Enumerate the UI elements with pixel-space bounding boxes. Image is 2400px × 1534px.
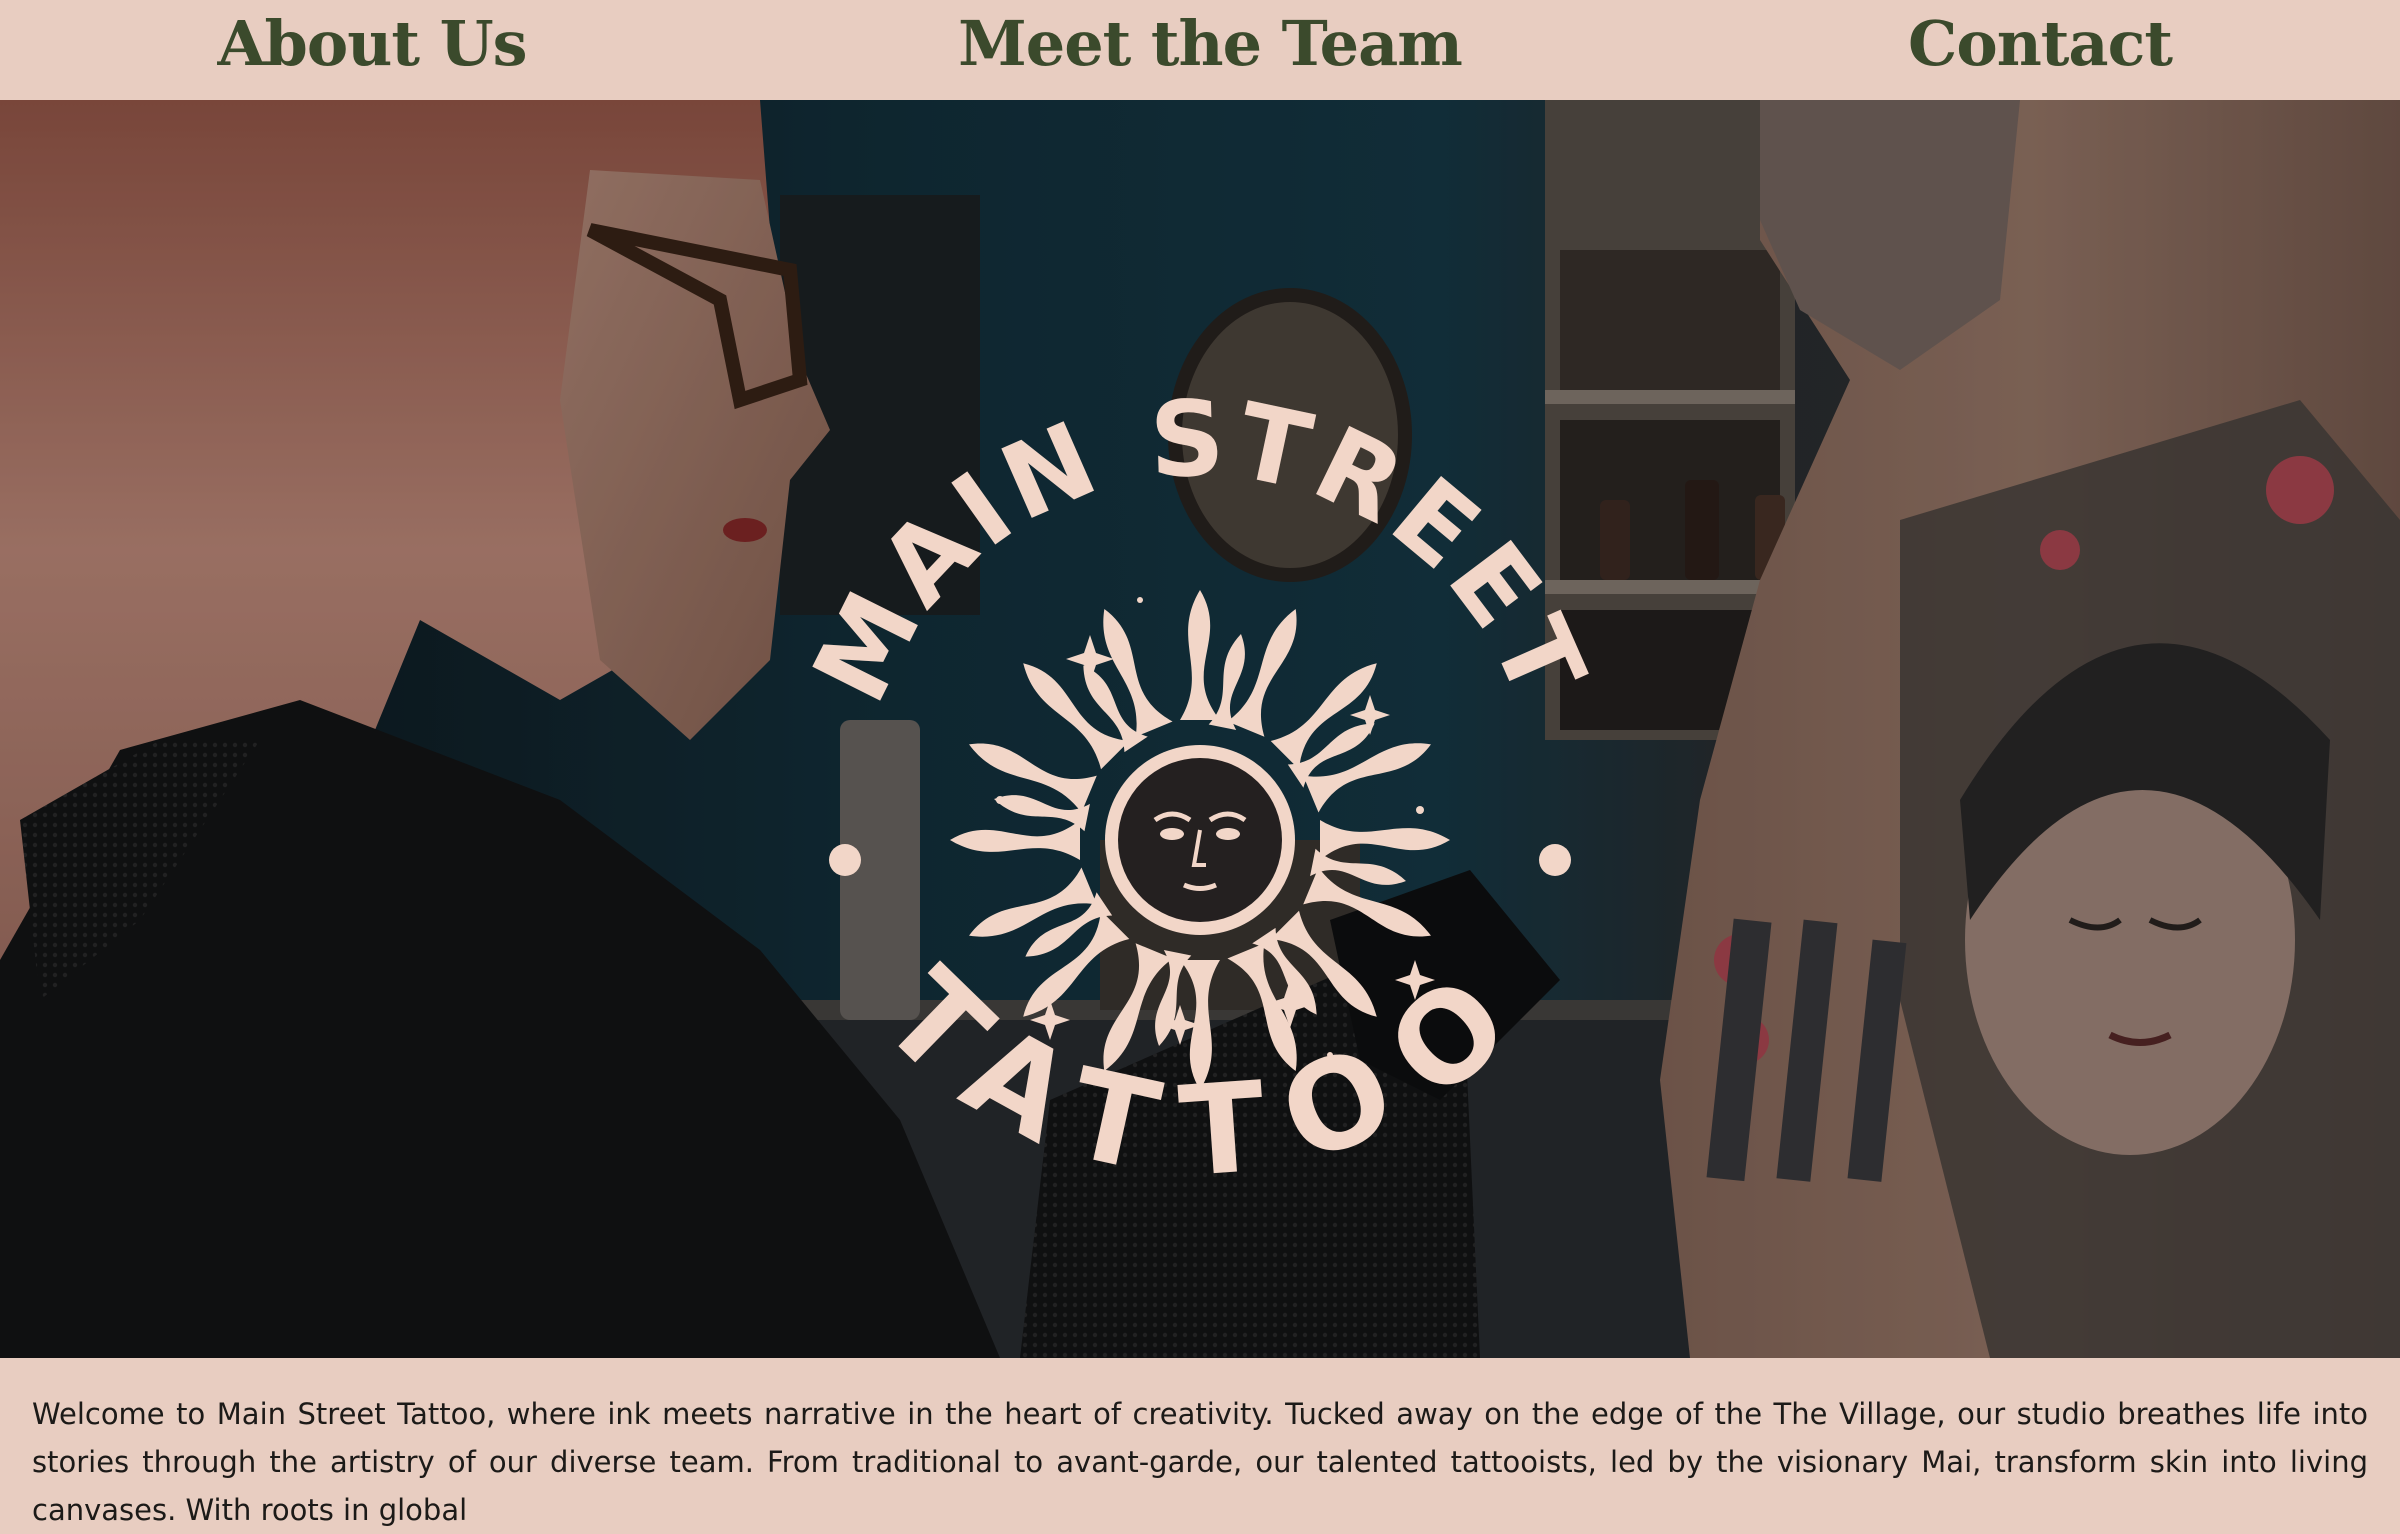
hero-section: MAIN STREET TATTOO: [0, 100, 2400, 1358]
nav-meet-the-team-link[interactable]: Meet the Team: [958, 0, 1463, 100]
nav-contact-link[interactable]: Contact: [1908, 0, 2173, 100]
nav-about-us-link[interactable]: About Us: [217, 0, 527, 100]
sun-with-face-icon: [950, 590, 1450, 1090]
main-nav: About Us Meet the Team Contact: [0, 0, 2400, 100]
intro-paragraph: Welcome to Main Street Tattoo, where ink…: [32, 1397, 2368, 1527]
main-street-tattoo-logo: MAIN STREET TATTOO: [789, 377, 1605, 1205]
